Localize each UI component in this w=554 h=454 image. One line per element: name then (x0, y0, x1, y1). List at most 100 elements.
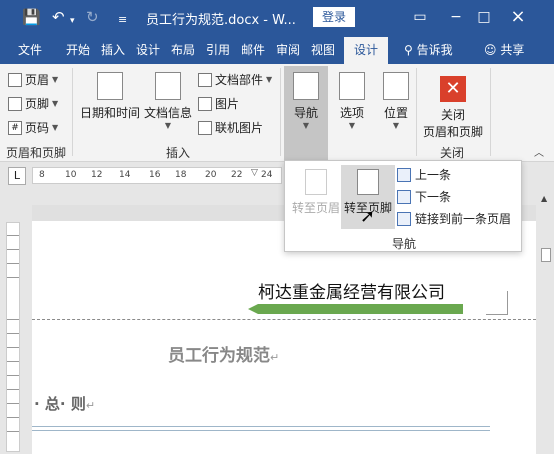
ruler-mark (7, 333, 19, 334)
scroll-thumb[interactable] (541, 248, 551, 262)
close-header-footer-button[interactable]: ✕ 关闭 页眉和页脚 (420, 76, 486, 140)
ruler-mark (7, 277, 19, 278)
scroll-up-icon[interactable]: ▲ (541, 194, 547, 203)
ruler-mark (7, 319, 19, 320)
group-separator (490, 68, 491, 156)
paragraph-mark: ↵ (85, 399, 96, 412)
tab-insert[interactable]: 插入 (101, 40, 125, 60)
share-button[interactable]: ☺ 共享 (484, 40, 524, 60)
navigation-label: 导航 (293, 106, 318, 120)
tab-file[interactable]: 文件 (18, 40, 42, 60)
chevron-down-icon: ▼ (52, 123, 59, 132)
position-button[interactable]: 位置 ▼ (376, 72, 416, 130)
person-icon: ☺ (484, 43, 497, 57)
paragraph-mark: ↵ (270, 351, 280, 364)
tab-layout[interactable]: 布局 (171, 40, 195, 60)
ruler-mark (7, 389, 19, 390)
ruler-mark (7, 249, 19, 250)
close-button[interactable]: × (506, 5, 530, 29)
navigation-dropdown: 转至页眉 转至页脚 上一条 下一条 链接到前一条页眉 导航 (284, 160, 522, 252)
ribbon-display-icon[interactable]: ▭ (408, 5, 432, 29)
vertical-scrollbar[interactable]: ▲ (538, 190, 554, 454)
ruler-tick: 24 (261, 170, 273, 180)
picture-button[interactable]: 图片 (198, 94, 239, 114)
online-picture-icon (198, 121, 212, 135)
options-icon (339, 72, 365, 100)
chevron-down-icon: ▼ (348, 121, 356, 130)
title-text: 员工行为规范 (168, 346, 270, 366)
title-bar: 💾 ↶ ▾ ↻ ≡ 员工行为规范.docx - W... 登录 ▭ − □ × (0, 0, 554, 34)
ribbon: 页眉 ▼ 页脚 ▼ # 页码 ▼ 页眉和页脚 日期和时间 文档信息 ▼ 文档部件… (0, 64, 554, 162)
navigation-button[interactable]: 导航 ▼ (284, 72, 328, 130)
date-time-label: 日期和时间 (79, 106, 140, 120)
tab-selector[interactable]: L (8, 167, 26, 185)
header-text[interactable]: 柯达重金属经营有限公司 (258, 278, 445, 303)
login-button[interactable]: 登录 (313, 7, 355, 27)
ribbon-tabs: 文件 开始 插入 设计 布局 引用 邮件 审阅 视图 设计 ⚲ 告诉我 ☺ 共享 (0, 34, 554, 64)
online-picture-label: 联机图片 (215, 121, 264, 135)
calendar-icon (97, 72, 123, 100)
ruler-tick: 14 (119, 170, 131, 180)
doc-parts-button[interactable]: 文档部件 ▼ (198, 70, 272, 90)
ruler-mark (7, 361, 19, 362)
group-separator (72, 68, 73, 156)
online-picture-button[interactable]: 联机图片 (198, 118, 263, 138)
document-title-text[interactable]: 员工行为规范↵ (168, 341, 279, 366)
tab-view[interactable]: 视图 (311, 40, 335, 60)
section-heading[interactable]: · 总· 则↵ (34, 393, 95, 414)
group-separator (280, 68, 281, 156)
tell-me-button[interactable]: ⚲ 告诉我 (404, 40, 453, 60)
maximize-button[interactable]: □ (472, 5, 496, 29)
footer-button[interactable]: 页脚 ▼ (8, 94, 58, 114)
document-page[interactable]: 柯达重金属经营有限公司 员工行为规范↵ · 总· 则↵ (32, 221, 536, 454)
chevron-down-icon: ▼ (52, 99, 59, 108)
link-to-previous-button[interactable]: 链接到前一条页眉 (397, 209, 511, 229)
tab-header-footer-design[interactable]: 设计 (344, 37, 389, 64)
page-number-button[interactable]: # 页码 ▼ (8, 118, 58, 138)
divider-line (32, 426, 490, 427)
tab-references[interactable]: 引用 (206, 40, 230, 60)
section-heading-text: · 总· 则 (34, 395, 86, 413)
goto-header-icon (305, 169, 327, 195)
undo-dropdown-icon[interactable]: ▾ (70, 12, 75, 30)
header-icon (8, 73, 22, 87)
date-time-button[interactable]: 日期和时间 (78, 72, 142, 121)
chevron-down-icon: ▼ (52, 75, 59, 84)
ruler-mark (7, 431, 19, 432)
doc-info-button[interactable]: 文档信息 ▼ (142, 72, 194, 130)
tab-mailings[interactable]: 邮件 (241, 40, 265, 60)
next-button[interactable]: 下一条 (397, 187, 451, 207)
tab-design[interactable]: 设计 (136, 40, 160, 60)
header-margin-mark (486, 291, 508, 315)
share-label: 共享 (500, 43, 525, 57)
undo-icon[interactable]: ↶ (52, 8, 65, 26)
customize-qat-icon[interactable]: ≡ (118, 11, 127, 29)
indent-marker-icon[interactable]: ▽ (251, 168, 258, 178)
goto-header-label: 转至页眉 (291, 201, 340, 215)
group-label-close: 关闭 (440, 146, 465, 160)
options-button[interactable]: 选项 ▼ (332, 72, 372, 130)
next-icon (397, 190, 411, 204)
doc-info-label: 文档信息 (143, 106, 192, 120)
previous-label: 上一条 (415, 168, 452, 182)
collapse-ribbon-icon[interactable]: ︿ (534, 144, 544, 159)
doc-parts-label: 文档部件 (215, 73, 264, 87)
horizontal-ruler[interactable]: 8 10 12 14 16 18 20 22 24 ▽ (32, 167, 282, 184)
lightbulb-icon: ⚲ (404, 43, 413, 57)
vertical-ruler[interactable] (6, 222, 20, 452)
tab-review[interactable]: 审阅 (276, 40, 300, 60)
tab-home[interactable]: 开始 (66, 40, 90, 60)
doc-info-icon (155, 72, 181, 100)
save-icon[interactable]: 💾 (22, 8, 41, 26)
redo-icon[interactable]: ↻ (86, 8, 99, 26)
position-icon (383, 72, 409, 100)
previous-button[interactable]: 上一条 (397, 165, 451, 185)
ruler-mark (7, 235, 19, 236)
link-icon (397, 212, 411, 226)
header-button[interactable]: 页眉 ▼ (8, 70, 58, 90)
picture-icon (198, 97, 212, 111)
goto-header-button[interactable]: 转至页眉 (289, 165, 343, 229)
minimize-button[interactable]: − (444, 5, 468, 29)
document-title: 员工行为规范.docx - W... (146, 13, 296, 28)
goto-footer-icon (357, 169, 379, 195)
